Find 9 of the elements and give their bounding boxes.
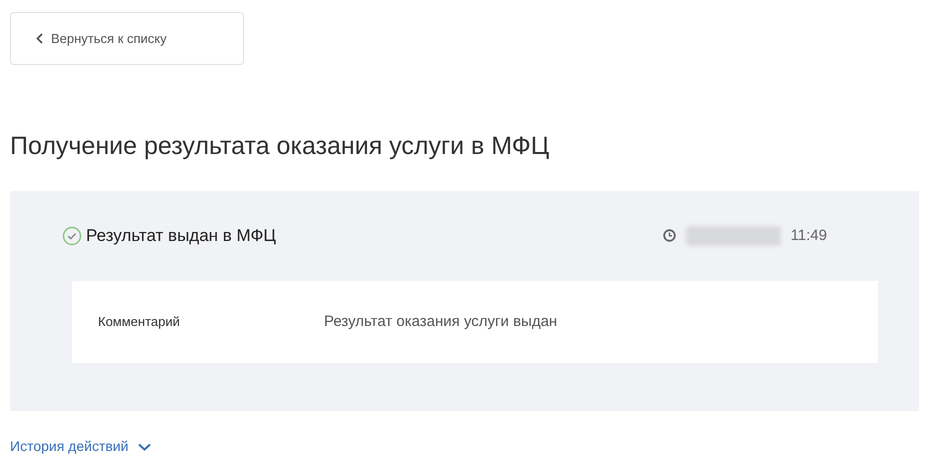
detail-label: Комментарий xyxy=(98,313,181,331)
history-toggle[interactable]: История действий xyxy=(10,436,152,457)
status-label: Результат выдан в МФЦ xyxy=(86,225,276,247)
chevron-left-icon xyxy=(36,33,43,44)
page-title: Получение результата оказания услуги в МФЦ xyxy=(10,131,550,161)
status-time: 11:49 xyxy=(790,226,827,246)
detail-value: Результат оказания услуги выдан xyxy=(324,312,558,332)
back-button[interactable]: Вернуться к списку xyxy=(10,12,244,65)
clock-icon xyxy=(662,229,676,242)
